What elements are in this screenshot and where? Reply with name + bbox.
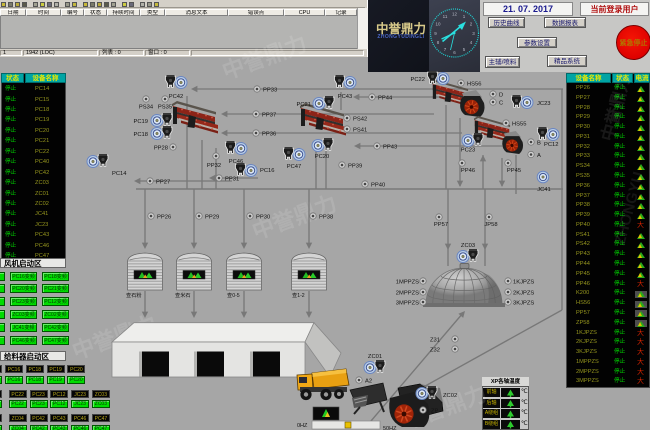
svg-text:JP58: JP58 [484, 222, 497, 228]
svg-text:PP45: PP45 [507, 168, 521, 174]
svg-text:PC22: PC22 [410, 77, 425, 83]
svg-text:PP37: PP37 [262, 113, 276, 119]
svg-text:50HZ: 50HZ [383, 426, 397, 430]
svg-text:PP30: PP30 [256, 215, 270, 221]
svg-text:查1-2: 查1-2 [292, 291, 305, 299]
svg-text:PC23: PC23 [461, 148, 476, 154]
svg-text:PC16: PC16 [260, 168, 275, 174]
svg-text:PC20: PC20 [315, 154, 330, 160]
svg-text:2MPPZS: 2MPPZS [396, 291, 419, 297]
svg-text:B: B [537, 141, 541, 147]
svg-text:PC19: PC19 [133, 119, 148, 125]
svg-text:PP39: PP39 [348, 164, 362, 170]
svg-text:Z32: Z32 [430, 348, 440, 354]
svg-text:PP31: PP31 [225, 177, 239, 183]
svg-text:HS56: HS56 [467, 82, 482, 88]
svg-text:3KJPZS: 3KJPZS [513, 301, 534, 307]
svg-text:PP26: PP26 [157, 215, 171, 221]
svg-text:PS41: PS41 [353, 128, 367, 134]
svg-text:PC43: PC43 [338, 94, 353, 100]
svg-text:PC18: PC18 [133, 132, 148, 138]
svg-text:2KJPZS: 2KJPZS [513, 291, 534, 297]
svg-text:PP27: PP27 [156, 180, 170, 186]
svg-text:JC23: JC23 [537, 101, 551, 107]
svg-text:查米石: 查米石 [175, 291, 191, 299]
svg-text:PP43: PP43 [383, 145, 397, 151]
svg-text:PP32: PP32 [207, 163, 221, 169]
svg-text:查0-5: 查0-5 [227, 291, 240, 299]
svg-text:PC47: PC47 [287, 164, 302, 170]
svg-text:JC41: JC41 [537, 187, 551, 193]
svg-text:PC12: PC12 [544, 142, 559, 148]
svg-text:PP36: PP36 [262, 132, 276, 138]
svg-text:PP44: PP44 [378, 96, 393, 102]
svg-text:D: D [499, 93, 503, 99]
svg-text:C: C [499, 101, 503, 107]
svg-text:PS42: PS42 [353, 117, 367, 123]
svg-text:0HZ: 0HZ [297, 423, 308, 429]
svg-text:PC42: PC42 [169, 94, 184, 100]
svg-text:ZC03: ZC03 [461, 243, 475, 249]
svg-text:PP29: PP29 [205, 215, 219, 221]
svg-text:PP33: PP33 [263, 88, 277, 94]
svg-text:1KJPZS: 1KJPZS [513, 280, 534, 286]
svg-text:PP46: PP46 [461, 168, 475, 174]
svg-text:PS34: PS34 [139, 105, 154, 111]
svg-text:ZC01: ZC01 [368, 354, 382, 360]
svg-text:PP38: PP38 [319, 215, 333, 221]
svg-text:ZC02: ZC02 [443, 393, 457, 399]
svg-text:查石粉: 查石粉 [126, 291, 142, 299]
svg-text:PP57: PP57 [434, 222, 448, 228]
svg-text:Z31: Z31 [430, 338, 440, 344]
svg-text:ZP: ZP [431, 409, 439, 415]
svg-text:3MPPZS: 3MPPZS [396, 301, 419, 307]
svg-text:PC21: PC21 [296, 102, 311, 108]
svg-text:1MPPZS: 1MPPZS [396, 280, 419, 286]
svg-text:A2: A2 [365, 379, 372, 385]
svg-text:HS55: HS55 [512, 122, 527, 128]
svg-text:PC14: PC14 [112, 171, 127, 177]
svg-text:PS35: PS35 [158, 105, 172, 111]
svg-text:PP28: PP28 [154, 146, 168, 152]
svg-text:A: A [537, 153, 541, 159]
svg-text:PP40: PP40 [371, 183, 385, 189]
